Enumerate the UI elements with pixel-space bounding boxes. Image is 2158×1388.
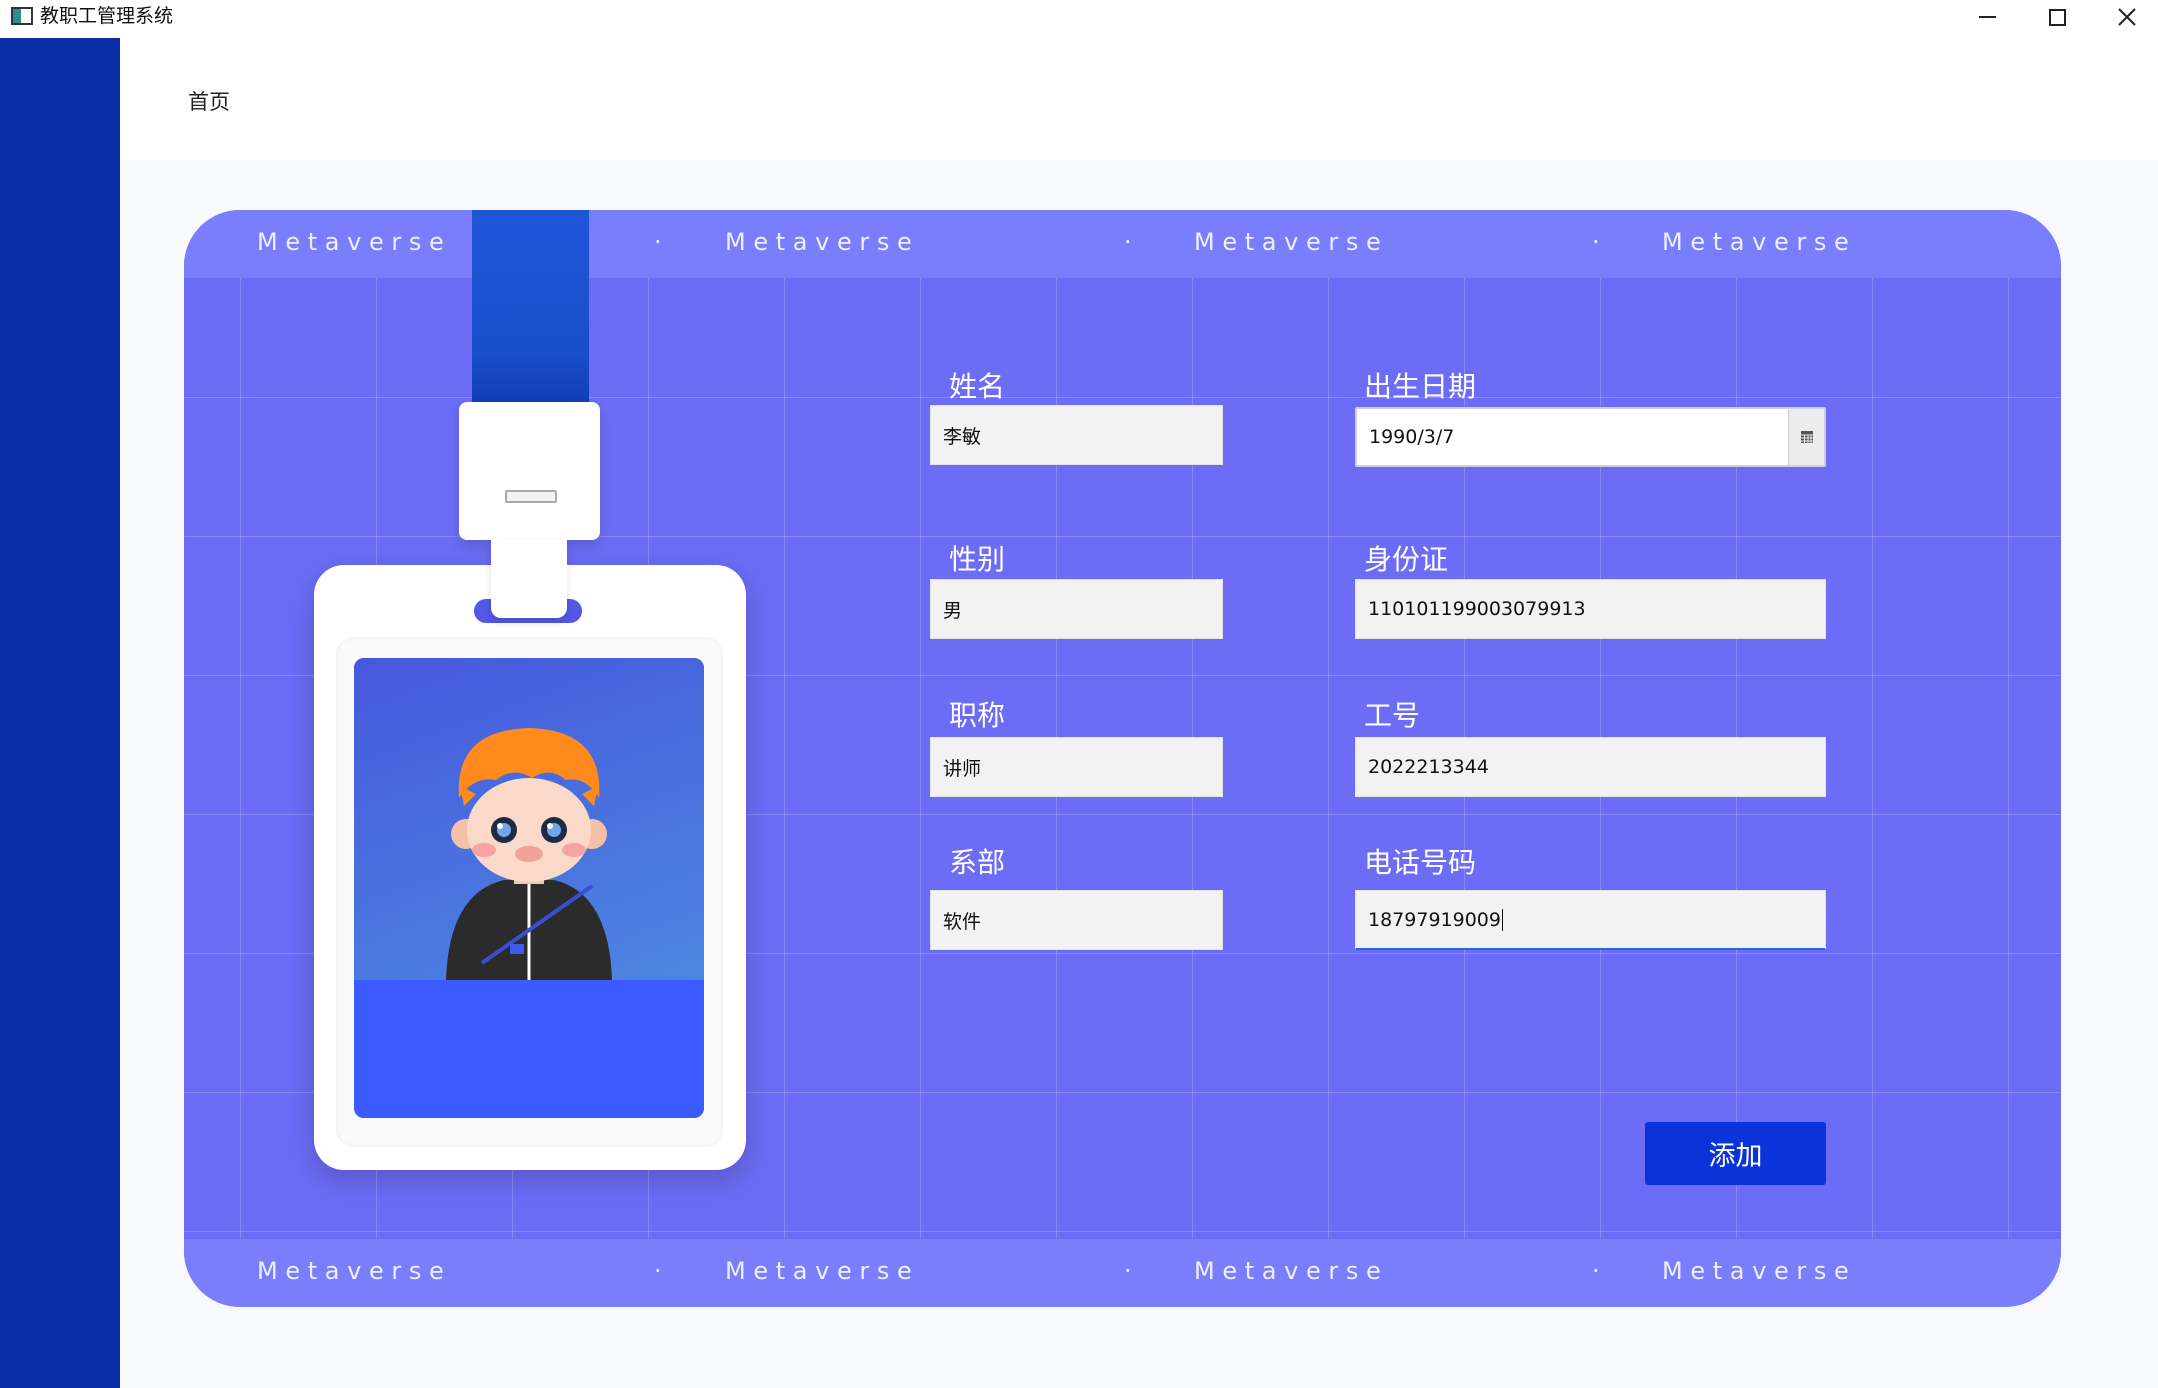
birth-date-picker[interactable]: 1990/3/7 <box>1355 407 1826 467</box>
band-separator: · <box>1124 228 1132 256</box>
band-separator: · <box>1592 228 1600 256</box>
band-separator: · <box>1592 1257 1600 1285</box>
job-title-label: 职称 <box>949 699 1006 732</box>
window-title: 教职工管理系统 <box>40 5 174 27</box>
band-word: M e t a v e r s e <box>725 228 912 256</box>
window-titlebar: 教职工管理系统 <box>0 0 2158 38</box>
sidebar <box>0 38 120 1388</box>
job-title-field[interactable]: 讲师 <box>930 737 1223 797</box>
band-word: M e t a v e r s e <box>257 1257 444 1285</box>
lanyard-strap <box>472 210 589 408</box>
top-band: M e t a v e r s e · M e t a v e r s e · … <box>184 210 2061 278</box>
band-word: M e t a v e r s e <box>725 1257 912 1285</box>
band-word: M e t a v e r s e <box>257 228 444 256</box>
name-label: 姓名 <box>949 370 1006 403</box>
staff-number-field[interactable]: 2022213344 <box>1355 737 1826 797</box>
band-word: M e t a v e r s e <box>1194 1257 1381 1285</box>
band-separator: · <box>654 228 662 256</box>
bottom-band: M e t a v e r s e · M e t a v e r s e · … <box>184 1239 2061 1307</box>
band-word: M e t a v e r s e <box>1662 228 1849 256</box>
text-caret <box>1501 908 1503 931</box>
birth-date-label: 出生日期 <box>1364 370 1477 403</box>
clip-tab <box>491 540 567 618</box>
name-field[interactable]: 李敏 <box>930 405 1223 465</box>
avatar-illustration <box>446 728 612 980</box>
band-separator: · <box>1124 1257 1132 1285</box>
id-number-field[interactable]: 110101199003079913 <box>1355 579 1826 639</box>
band-separator: · <box>654 1257 662 1285</box>
department-field[interactable]: 软件 <box>930 890 1223 950</box>
department-label: 系部 <box>949 846 1006 879</box>
calendar-icon <box>1800 431 1813 443</box>
avatar-photo <box>354 658 704 1118</box>
id-number-label: 身份证 <box>1364 543 1449 576</box>
phone-label: 电话号码 <box>1364 846 1477 879</box>
minimize-icon <box>1978 16 1996 18</box>
app-icon <box>11 7 33 25</box>
band-word: M e t a v e r s e <box>1194 228 1381 256</box>
maximize-icon <box>2048 8 2066 26</box>
breadcrumb-home[interactable]: 首页 <box>188 86 230 116</box>
badge-clip <box>459 402 600 540</box>
add-button[interactable]: 添加 <box>1645 1122 1826 1185</box>
clip-slot <box>505 490 557 503</box>
close-icon <box>2118 8 2136 26</box>
maximize-button[interactable] <box>2022 0 2092 34</box>
page-header: 首页 <box>120 38 2158 160</box>
band-word: M e t a v e r s e <box>1662 1257 1849 1285</box>
staff-number-label: 工号 <box>1364 699 1421 732</box>
phone-value: 18797919009 <box>1368 908 1501 931</box>
gender-field[interactable]: 男 <box>930 579 1223 639</box>
phone-field[interactable]: 18797919009 <box>1355 890 1826 950</box>
minimize-button[interactable] <box>1952 0 2022 34</box>
gender-label: 性别 <box>949 543 1006 576</box>
close-button[interactable] <box>2092 0 2158 34</box>
birth-date-value: 1990/3/7 <box>1369 426 1455 448</box>
date-picker-button[interactable] <box>1788 409 1824 465</box>
